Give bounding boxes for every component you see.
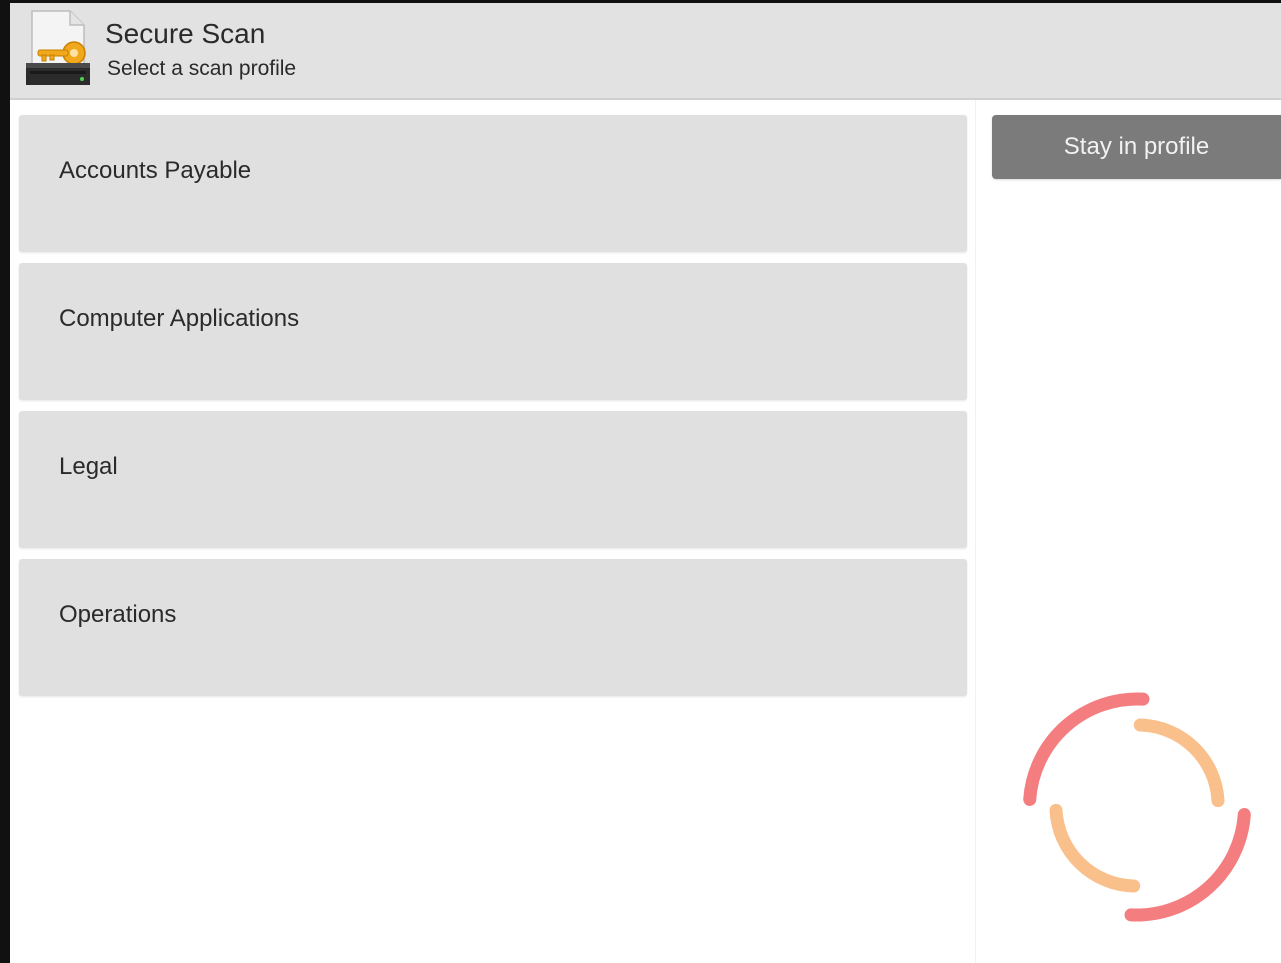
secure-scan-app-icon (24, 9, 92, 91)
scan-profile-list: Accounts Payable Computer Applications L… (19, 115, 967, 707)
profile-label: Accounts Payable (59, 157, 252, 184)
loading-spinner-icon (1015, 685, 1260, 930)
profile-label: Computer Applications (59, 305, 300, 332)
profile-tile-accounts-payable[interactable]: Accounts Payable (19, 115, 967, 252)
profile-tile-computer-applications[interactable]: Computer Applications (19, 263, 967, 400)
stay-in-profile-button[interactable]: Stay in profile (992, 115, 1281, 179)
profile-label: Operations (59, 601, 177, 628)
profile-tile-operations[interactable]: Operations (19, 559, 967, 696)
profile-tile-legal[interactable]: Legal (19, 411, 967, 548)
window-frame-left (0, 0, 10, 963)
app-title: Secure Scan (105, 18, 266, 49)
app-header: Secure Scan Select a scan profile (10, 3, 1281, 100)
app-subtitle: Select a scan profile (107, 57, 297, 80)
profile-label: Legal (59, 453, 118, 480)
